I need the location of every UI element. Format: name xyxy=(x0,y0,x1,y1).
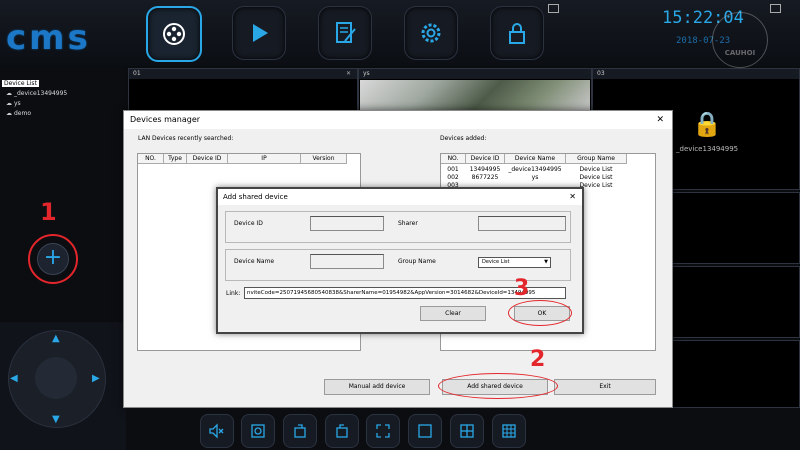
app-logo: cms xyxy=(6,18,91,58)
record-stop-button[interactable] xyxy=(325,414,359,448)
group-name-label: Group Name xyxy=(398,258,436,265)
ptz-left-icon[interactable]: ◀ xyxy=(10,373,18,384)
device-name-label: Device Name xyxy=(234,258,275,265)
video-pane-ys[interactable]: ys xyxy=(358,68,592,112)
close-icon[interactable]: ✕ xyxy=(656,111,664,129)
layout-9-button[interactable] xyxy=(492,414,526,448)
layout-4-icon xyxy=(460,424,474,438)
dialog-title: Devices manager xyxy=(130,115,201,124)
device-tree-root[interactable]: Device List xyxy=(2,80,39,87)
video-pane-01[interactable]: 01 ✕ xyxy=(128,68,358,112)
chevron-down-icon: ▼ xyxy=(544,259,548,265)
add-device-button-highlight: + xyxy=(28,234,78,284)
group-name-value: Device List xyxy=(482,259,510,265)
pane-label: ys xyxy=(363,70,370,77)
device-id-field[interactable] xyxy=(310,216,384,231)
minimize-icon[interactable] xyxy=(548,4,559,13)
layout-4-button[interactable] xyxy=(450,414,484,448)
nav-edit-button[interactable] xyxy=(318,6,372,60)
watermark-logo: CAUHOI xyxy=(712,12,768,68)
mute-icon xyxy=(209,423,224,439)
ptz-center-button[interactable] xyxy=(35,357,77,399)
annotation-step-1: 1 xyxy=(40,198,57,226)
column-header: Device ID xyxy=(187,154,228,164)
column-header: Version xyxy=(301,154,347,164)
table-cell: 13494995 xyxy=(469,166,501,173)
ptz-right-icon[interactable]: ▶ xyxy=(92,373,100,384)
clear-button[interactable]: Clear xyxy=(420,306,486,321)
record-stop-icon xyxy=(336,424,348,438)
column-header: Device ID xyxy=(466,154,505,164)
column-header: NO. xyxy=(138,154,164,164)
fullscreen-icon xyxy=(376,424,390,438)
cloud-icon: ☁ xyxy=(6,100,12,107)
device-name-field[interactable] xyxy=(310,254,384,269)
mute-button[interactable] xyxy=(200,414,234,448)
nav-lock-button[interactable] xyxy=(490,6,544,60)
nav-playback-button[interactable] xyxy=(232,6,286,60)
table-cell: 001 xyxy=(447,166,459,173)
record-start-icon xyxy=(294,424,306,438)
exit-button[interactable]: Exit xyxy=(554,379,656,395)
layout-1-icon xyxy=(418,424,432,438)
edit-icon xyxy=(336,22,356,43)
column-header: Type xyxy=(164,154,187,164)
sharer-label: Sharer xyxy=(398,220,418,227)
ptz-up-icon[interactable]: ▲ xyxy=(52,333,60,344)
camera-reel-icon xyxy=(163,23,185,45)
column-header: NO. xyxy=(441,154,466,164)
lock-icon: 🔒 xyxy=(692,110,722,138)
nav-live-view-button[interactable] xyxy=(146,6,202,62)
pane-label: 01 xyxy=(133,70,141,77)
dialog-title: Add shared device xyxy=(223,193,288,201)
device-id-label: Device ID xyxy=(234,220,263,227)
column-header: Group Name xyxy=(566,154,627,164)
layout-9-icon xyxy=(502,424,516,438)
device-id-group: Device ID Sharer xyxy=(225,211,571,243)
close-icon[interactable]: ✕ xyxy=(569,189,576,205)
column-header: Device Name xyxy=(505,154,566,164)
annotation-step-2: 2 xyxy=(530,347,546,372)
gear-icon xyxy=(421,23,441,43)
add-device-button[interactable]: + xyxy=(37,243,69,275)
manual-add-device-button[interactable]: Manual add device xyxy=(324,379,430,395)
annotation-step-3: 3 xyxy=(514,276,530,301)
highlight-ring-ok xyxy=(508,300,572,326)
restore-icon[interactable] xyxy=(770,4,781,13)
device-tree: Device List ☁ _device13494995 ☁ ys ☁ demo xyxy=(2,80,67,117)
sharer-field[interactable] xyxy=(478,216,566,231)
device-tree-item[interactable]: ☁ ys xyxy=(6,100,67,107)
snapshot-button[interactable] xyxy=(241,414,275,448)
cloud-icon: ☁ xyxy=(6,110,12,117)
table-cell: ys xyxy=(531,174,539,181)
snapshot-icon xyxy=(251,424,265,438)
table-cell: 8677225 xyxy=(471,174,499,181)
cloud-icon: ☁ xyxy=(6,90,12,97)
nav-settings-button[interactable] xyxy=(404,6,458,60)
column-header: IP xyxy=(228,154,301,164)
close-icon[interactable]: ✕ xyxy=(346,69,351,79)
link-label: Link: xyxy=(226,290,241,297)
pane-device-name: _device13494995 xyxy=(676,145,739,153)
highlight-ring-add-shared xyxy=(438,373,558,399)
ptz-down-icon[interactable]: ▼ xyxy=(52,414,60,425)
devices-added-label: Devices added: xyxy=(440,135,487,142)
table-cell: Device List xyxy=(579,174,613,181)
table-cell: _device13494995 xyxy=(508,166,562,173)
camera-feed-image xyxy=(360,80,590,110)
pane-label: 03 xyxy=(597,70,605,77)
plus-icon: + xyxy=(43,245,63,270)
device-tree-item[interactable]: ☁ _device13494995 xyxy=(6,90,67,97)
play-icon xyxy=(253,24,268,42)
lock-icon xyxy=(509,23,525,44)
table-cell: 002 xyxy=(447,174,459,181)
fullscreen-button[interactable] xyxy=(366,414,400,448)
group-name-select[interactable]: Device List ▼ xyxy=(478,257,551,268)
lan-devices-label: LAN Devices recently searched: xyxy=(138,135,234,142)
record-start-button[interactable] xyxy=(283,414,317,448)
layout-1-button[interactable] xyxy=(408,414,442,448)
table-cell: Device List xyxy=(579,166,613,173)
device-tree-item[interactable]: ☁ demo xyxy=(6,110,67,117)
